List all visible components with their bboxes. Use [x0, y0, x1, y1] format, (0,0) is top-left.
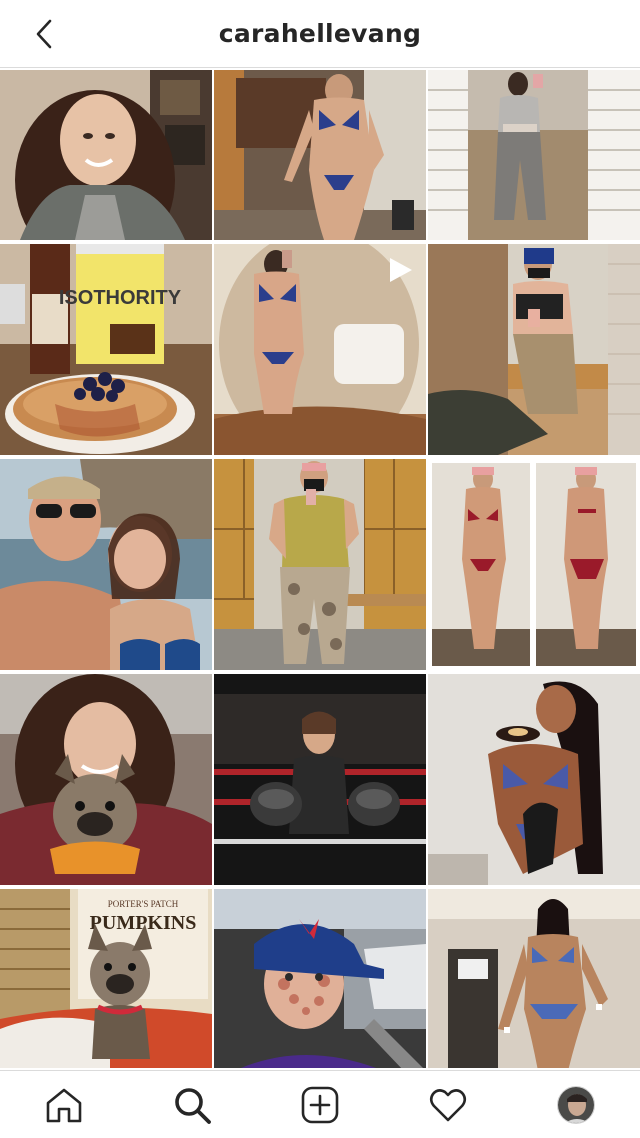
post-photo: [0, 70, 212, 240]
post-photo: [214, 674, 426, 885]
heart-icon: [429, 1088, 467, 1121]
profile-avatar: [557, 1085, 595, 1124]
chevron-left-icon: [36, 19, 52, 49]
post-photo: [428, 70, 640, 240]
grid-post-3[interactable]: [428, 70, 640, 240]
tab-home[interactable]: [32, 1073, 96, 1137]
grid-post-6[interactable]: [428, 244, 640, 455]
grid-post-14[interactable]: [214, 889, 426, 1068]
grid-post-4[interactable]: ISOTHORITY: [0, 244, 212, 455]
grid-post-1[interactable]: [0, 70, 212, 240]
post-photo: [214, 70, 426, 240]
post-photo: [428, 244, 640, 455]
video-play-icon: [390, 258, 412, 282]
grid-post-5[interactable]: [214, 244, 426, 455]
grid-post-15[interactable]: [428, 889, 640, 1068]
grid-post-2[interactable]: [214, 70, 426, 240]
grid-post-8[interactable]: [214, 459, 426, 670]
tab-profile[interactable]: [544, 1073, 608, 1137]
back-button[interactable]: [24, 14, 64, 54]
post-photo: [428, 674, 640, 885]
photo-grid: ISOTHORITY PORTER'S PATCH PUMPKINS: [0, 70, 640, 1068]
bottom-tab-bar: [0, 1070, 640, 1138]
add-post-icon: [301, 1086, 339, 1123]
search-icon: [175, 1087, 211, 1124]
post-photo: [214, 459, 426, 670]
tab-activity[interactable]: [416, 1073, 480, 1137]
post-photo: [214, 889, 426, 1068]
grid-post-11[interactable]: [214, 674, 426, 885]
grid-post-12[interactable]: [428, 674, 640, 885]
profile-header: carahellevang: [0, 0, 640, 68]
grid-post-9[interactable]: [428, 459, 640, 670]
post-photo: [0, 674, 212, 885]
grid-post-10[interactable]: [0, 674, 212, 885]
post-photo: PORTER'S PATCH PUMPKINS: [0, 889, 212, 1068]
post-photo: [428, 889, 640, 1068]
post-photo: [428, 459, 640, 670]
svg-text:ISOTHORITY: ISOTHORITY: [59, 287, 182, 309]
bag-sublabel: PORTER'S PATCH: [108, 899, 179, 909]
page-title: carahellevang: [218, 19, 422, 48]
post-photo: ISOTHORITY: [0, 244, 212, 455]
tab-new-post[interactable]: [288, 1073, 352, 1137]
grid-post-13[interactable]: PORTER'S PATCH PUMPKINS: [0, 889, 212, 1068]
grid-post-7[interactable]: [0, 459, 212, 670]
post-photo: [0, 459, 212, 670]
tab-search[interactable]: [160, 1073, 224, 1137]
home-icon: [46, 1088, 82, 1122]
